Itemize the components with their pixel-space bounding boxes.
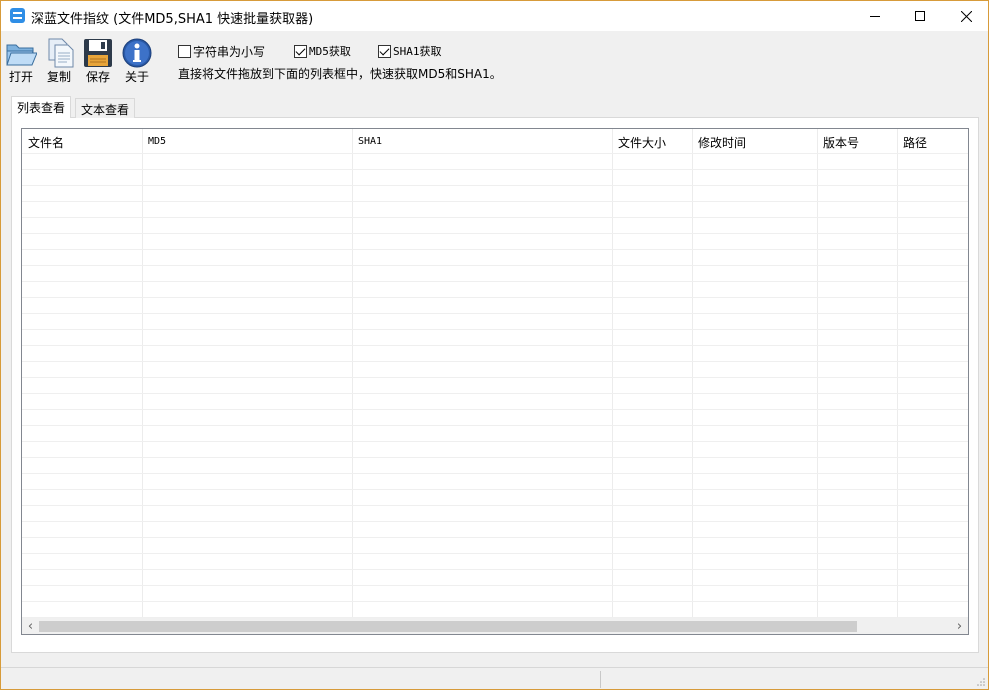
chevron-right-icon: ›: [956, 619, 963, 634]
row-gridline: [22, 569, 968, 570]
close-icon: [960, 10, 972, 22]
row-gridline: [22, 473, 968, 474]
row-gridline: [22, 521, 968, 522]
column-divider[interactable]: [817, 129, 818, 618]
row-gridline: [22, 537, 968, 538]
sha1-checkbox-label: SHA1获取: [393, 45, 442, 58]
status-separator: [600, 671, 601, 688]
row-gridline: [22, 505, 968, 506]
row-gridline: [22, 409, 968, 410]
maximize-icon: [915, 11, 925, 21]
scroll-left-button[interactable]: ‹: [22, 618, 39, 634]
file-list-grid[interactable]: 文件名 MD5 SHA1 文件大小 修改时间 版本号 路径: [22, 129, 968, 618]
row-gridline: [22, 281, 968, 282]
open-label: 打开: [8, 70, 33, 84]
row-gridline: [22, 249, 968, 250]
save-label: 保存: [85, 70, 110, 84]
column-header-modified[interactable]: 修改时间: [692, 129, 817, 153]
lowercase-checkbox-box[interactable]: [178, 44, 191, 58]
app-window: 深蓝文件指纹 (文件MD5,SHA1 快速批量获取器) 打开 复制 保存 关于 …: [0, 0, 989, 690]
row-gridline: [22, 553, 968, 554]
column-header-filename[interactable]: 文件名: [22, 129, 142, 153]
scroll-right-button[interactable]: ›: [951, 618, 968, 634]
row-gridline: [22, 169, 968, 170]
row-gridline: [22, 329, 968, 330]
lowercase-checkbox-label: 字符串为小写: [193, 44, 266, 59]
info-icon: [122, 38, 152, 68]
copy-button[interactable]: 复制: [39, 37, 79, 87]
title-bar[interactable]: 深蓝文件指纹 (文件MD5,SHA1 快速批量获取器): [1, 1, 988, 31]
horizontal-scrollbar[interactable]: ‹ ›: [22, 618, 968, 634]
save-button[interactable]: 保存: [78, 37, 118, 87]
floppy-disk-icon: [84, 39, 112, 67]
file-list[interactable]: 文件名 MD5 SHA1 文件大小 修改时间 版本号 路径 ‹ ›: [21, 128, 969, 635]
column-header-sha1[interactable]: SHA1: [352, 129, 612, 153]
column-divider[interactable]: [612, 129, 613, 618]
row-gridline: [22, 457, 968, 458]
scrollbar-thumb[interactable]: [39, 621, 857, 632]
lowercase-checkbox[interactable]: 字符串为小写: [178, 43, 265, 59]
row-gridline: [22, 425, 968, 426]
copy-icon: [48, 38, 74, 68]
row-gridline: [22, 233, 968, 234]
about-label: 关于: [124, 70, 149, 84]
row-gridline: [22, 217, 968, 218]
column-divider[interactable]: [352, 129, 353, 618]
sha1-checkbox-box[interactable]: [378, 44, 391, 58]
row-gridline: [22, 441, 968, 442]
md5-checkbox-box[interactable]: [294, 44, 307, 58]
drag-drop-hint: 直接将文件拖放到下面的列表框中，快速获取MD5和SHA1。: [178, 67, 502, 81]
column-divider[interactable]: [897, 129, 898, 618]
column-header-path[interactable]: 路径: [897, 129, 968, 153]
row-gridline: [22, 489, 968, 490]
chevron-left-icon: ‹: [27, 619, 34, 634]
tab-list-view[interactable]: 列表查看: [11, 96, 72, 118]
tab-text-view[interactable]: 文本查看: [75, 98, 136, 118]
column-header-version[interactable]: 版本号: [817, 129, 897, 153]
row-gridline: [22, 377, 968, 378]
column-divider[interactable]: [692, 129, 693, 618]
maximize-button[interactable]: [897, 1, 943, 31]
row-gridline: [22, 153, 968, 154]
window-title: 深蓝文件指纹 (文件MD5,SHA1 快速批量获取器): [31, 12, 314, 27]
close-button[interactable]: [943, 1, 989, 31]
row-gridline: [22, 313, 968, 314]
resize-grip-icon[interactable]: [976, 677, 986, 687]
about-button[interactable]: 关于: [117, 37, 157, 87]
list-header: 文件名 MD5 SHA1 文件大小 修改时间 版本号 路径: [22, 129, 968, 153]
row-gridline: [22, 393, 968, 394]
row-gridline: [22, 345, 968, 346]
row-gridline: [22, 185, 968, 186]
column-header-size[interactable]: 文件大小: [612, 129, 692, 153]
app-icon: [10, 8, 25, 23]
md5-checkbox[interactable]: MD5获取: [294, 43, 351, 59]
column-header-md5[interactable]: MD5: [142, 129, 352, 153]
minimize-button[interactable]: [852, 1, 898, 31]
folder-open-icon: [6, 44, 37, 66]
row-gridline: [22, 601, 968, 602]
sha1-checkbox[interactable]: SHA1获取: [378, 43, 442, 59]
row-gridline: [22, 265, 968, 266]
row-gridline: [22, 297, 968, 298]
row-gridline: [22, 585, 968, 586]
open-button[interactable]: 打开: [1, 37, 41, 87]
row-gridline: [22, 201, 968, 202]
copy-label: 复制: [46, 70, 71, 84]
md5-checkbox-label: MD5获取: [309, 45, 351, 58]
status-bar: [1, 667, 988, 689]
row-gridline: [22, 361, 968, 362]
column-divider[interactable]: [142, 129, 143, 618]
minimize-icon: [870, 15, 880, 17]
